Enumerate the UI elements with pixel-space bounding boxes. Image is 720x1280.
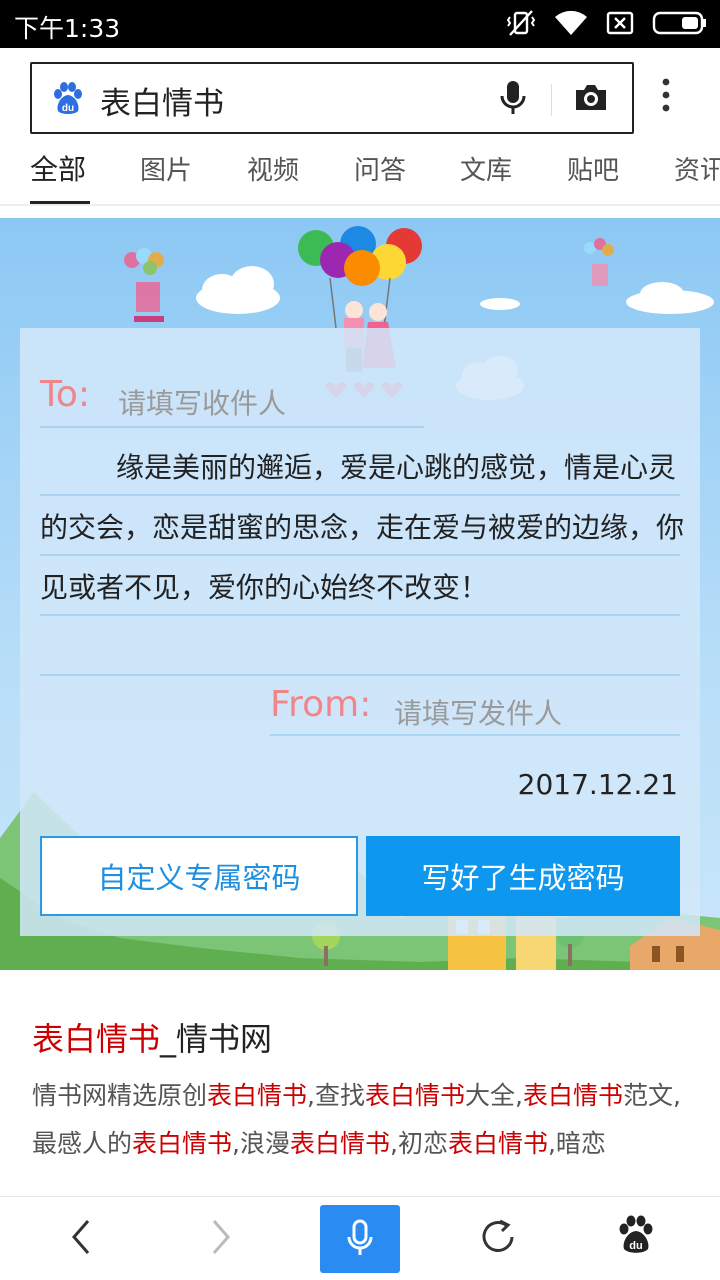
back-icon[interactable] bbox=[66, 1215, 96, 1259]
snippet-text: ,查找 bbox=[307, 1081, 365, 1110]
battery-icon bbox=[652, 11, 706, 35]
tab-qa[interactable]: 问答 bbox=[354, 150, 406, 187]
tab-images[interactable]: 图片 bbox=[140, 150, 192, 187]
letter-body[interactable]: 缘是美丽的邂逅，爱是心跳的感觉，情是心灵的交会，恋是甜蜜的思念，走在爱与被爱的边… bbox=[40, 438, 684, 618]
generate-password-button[interactable]: 写好了生成密码 bbox=[366, 836, 680, 916]
snippet-text: ,暗恋 bbox=[547, 1129, 606, 1158]
status-icons bbox=[506, 8, 708, 38]
letter-line bbox=[40, 674, 680, 676]
letter-line bbox=[40, 554, 680, 556]
snippet-text: 情书网精选原创 bbox=[32, 1081, 208, 1110]
search-tabs: 全部 图片 视频 问答 文库 贴吧 资讯 bbox=[0, 144, 720, 206]
refresh-icon[interactable] bbox=[478, 1215, 518, 1259]
result-snippet: 情书网精选原创表白情书,查找表白情书大全,表白情书范文,最感人的表白情书,浪漫表… bbox=[32, 1072, 692, 1168]
love-letter-card: To: 请填写收件人 缘是美丽的邂逅，爱是心跳的感觉，情是心灵的交会，恋是甜蜜的… bbox=[0, 218, 720, 970]
snippet-highlight: 表白情书 bbox=[522, 1081, 623, 1110]
snippet-text: ,初恋 bbox=[390, 1129, 448, 1158]
wifi-icon bbox=[555, 10, 587, 36]
tab-all[interactable]: 全部 bbox=[30, 148, 86, 188]
recipient-input[interactable]: 请填写收件人 bbox=[118, 382, 286, 422]
search-header: du 表白情书 bbox=[0, 48, 720, 144]
from-label: From: bbox=[270, 684, 372, 725]
tab-news[interactable]: 资讯 bbox=[674, 150, 720, 187]
page: 下午1:33 du 表白情书 全部 图片 视频 问答 文库 贴吧 资 To: 请… bbox=[0, 0, 720, 1280]
to-underline bbox=[40, 426, 424, 428]
tab-tieba[interactable]: 贴吧 bbox=[567, 150, 619, 187]
voice-search-icon bbox=[347, 1219, 373, 1255]
more-vertical-icon[interactable] bbox=[662, 78, 670, 112]
letter-line bbox=[40, 494, 680, 496]
search-divider bbox=[551, 84, 552, 116]
result-title-rest: _情书网 bbox=[160, 1020, 273, 1058]
snippet-highlight: 表白情书 bbox=[207, 1081, 308, 1110]
tab-active-indicator bbox=[30, 201, 90, 204]
from-underline bbox=[270, 734, 680, 736]
svg-text:du: du bbox=[629, 1240, 642, 1252]
baidu-home-icon[interactable]: du bbox=[618, 1215, 654, 1255]
forward-icon[interactable] bbox=[206, 1215, 236, 1259]
sim-x-icon bbox=[606, 11, 634, 35]
letter-panel: To: 请填写收件人 缘是美丽的邂逅，爱是心跳的感觉，情是心灵的交会，恋是甜蜜的… bbox=[20, 328, 700, 936]
custom-password-button[interactable]: 自定义专属密码 bbox=[40, 836, 358, 916]
baidu-paw-icon: du bbox=[54, 82, 82, 114]
tab-videos[interactable]: 视频 bbox=[247, 150, 299, 187]
snippet-highlight: 表白情书 bbox=[289, 1129, 390, 1158]
search-input[interactable]: 表白情书 bbox=[100, 78, 224, 123]
status-bar: 下午1:33 bbox=[0, 0, 720, 48]
bottom-toolbar: du bbox=[0, 1196, 720, 1280]
snippet-highlight: 表白情书 bbox=[132, 1129, 233, 1158]
letter-line bbox=[40, 614, 680, 616]
snippet-highlight: 表白情书 bbox=[364, 1081, 465, 1110]
result-title-link[interactable]: 表白情书_情书网 bbox=[32, 1014, 272, 1060]
tab-library[interactable]: 文库 bbox=[460, 150, 512, 187]
snippet-text: ,浪漫 bbox=[232, 1129, 290, 1158]
mic-icon[interactable] bbox=[500, 80, 526, 116]
result-title-highlight: 表白情书 bbox=[32, 1020, 161, 1058]
snippet-text: 大全, bbox=[465, 1081, 523, 1110]
search-box[interactable]: du 表白情书 bbox=[30, 62, 634, 134]
letter-date: 2017.12.21 bbox=[517, 768, 678, 801]
snippet-highlight: 表白情书 bbox=[447, 1129, 548, 1158]
status-time: 下午1:33 bbox=[14, 14, 121, 43]
voice-search-button[interactable] bbox=[320, 1205, 400, 1273]
to-label: To: bbox=[40, 374, 91, 415]
sender-input[interactable]: 请填写发件人 bbox=[394, 692, 562, 732]
vibrate-off-icon bbox=[506, 10, 536, 36]
camera-icon[interactable] bbox=[574, 82, 608, 112]
search-result: 表白情书_情书网 情书网精选原创表白情书,查找表白情书大全,表白情书范文,最感人… bbox=[0, 980, 720, 1200]
svg-text:du: du bbox=[62, 103, 74, 114]
